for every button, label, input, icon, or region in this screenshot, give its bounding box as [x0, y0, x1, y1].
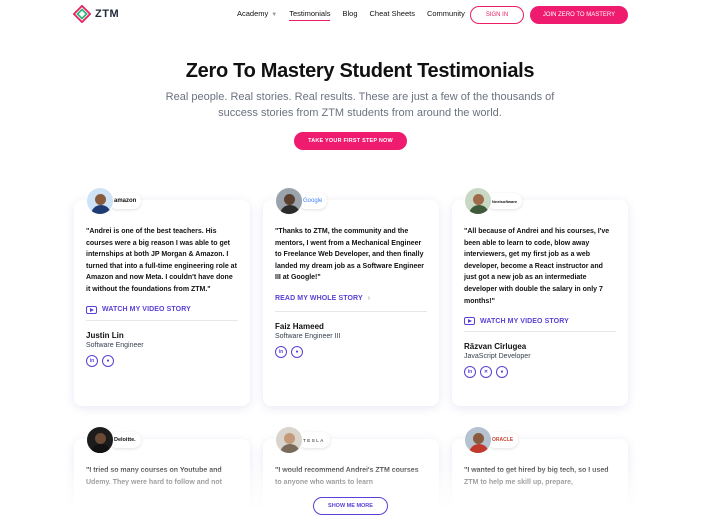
- ztm-logo-icon: [73, 5, 91, 23]
- show-more-button[interactable]: SHOW ME MORE: [313, 497, 388, 515]
- nav-link-community[interactable]: Community: [427, 9, 465, 21]
- sign-in-button[interactable]: SIGN IN: [470, 6, 524, 24]
- testimonial-card: amazon "Andrei is one of the best teache…: [74, 187, 250, 406]
- read-story-link[interactable]: READ MY WHOLE STORY ›: [275, 295, 427, 302]
- avatar-group: Google: [275, 186, 328, 216]
- nav-link-testimonials[interactable]: Testimonials: [289, 9, 331, 21]
- chevron-down-icon: ▼: [271, 12, 278, 18]
- nav-link-cheat-sheets[interactable]: Cheat Sheets: [370, 9, 415, 21]
- github-icon[interactable]: ●: [102, 354, 114, 367]
- nav-link-label: Academy: [237, 9, 269, 18]
- ztm-logo[interactable]: ZTM: [73, 5, 121, 23]
- testimonial-quote: "Andrei is one of the best teachers. His…: [86, 228, 237, 293]
- person-role: Software Engineer III: [275, 332, 341, 340]
- linkedin-icon[interactable]: in: [464, 366, 476, 379]
- person-role: Software Engineer: [86, 341, 144, 349]
- person-name: Justin Lin: [86, 330, 124, 340]
- social-links: in ●: [86, 354, 238, 367]
- testimonial-card: Google "Thanks to ZTM, the community and…: [263, 187, 439, 406]
- divider: [275, 310, 427, 312]
- testimonial-card: Nextsoftware "All because of Andrei and …: [452, 187, 628, 406]
- first-step-button[interactable]: TAKE YOUR FIRST STEP NOW: [294, 132, 407, 150]
- avatar-group: Deloitte.: [86, 425, 141, 455]
- nav-links: Academy ▼ Testimonials Blog Cheat Sheets …: [237, 9, 465, 21]
- video-play-icon: [86, 305, 97, 314]
- avatar-group: amazon: [86, 186, 142, 216]
- github-icon[interactable]: ●: [496, 366, 508, 379]
- watch-video-link[interactable]: WATCH MY VIDEO STORY: [464, 317, 616, 326]
- page-subtitle: Real people. Real stories. Real results.…: [165, 91, 555, 119]
- testimonial-quote: "All because of Andrei and his courses, …: [464, 228, 610, 305]
- avatar: [275, 187, 303, 215]
- person-name: Răzvan Cîrlugea: [464, 342, 527, 352]
- linkedin-icon[interactable]: in: [275, 345, 287, 358]
- avatar: [464, 187, 492, 215]
- linkedin-icon[interactable]: in: [86, 354, 98, 367]
- watch-video-link[interactable]: WATCH MY VIDEO STORY: [86, 305, 238, 314]
- social-links: in ●: [275, 345, 427, 358]
- avatar-group: TESLA: [275, 425, 330, 455]
- link-label: WATCH MY VIDEO STORY: [102, 306, 191, 314]
- avatar-group: ORACLE: [464, 425, 519, 455]
- avatar: [86, 426, 114, 454]
- link-label: READ MY WHOLE STORY: [275, 294, 363, 302]
- video-play-icon: [464, 317, 475, 326]
- nav-link-academy[interactable]: Academy ▼: [237, 9, 277, 21]
- social-links: in ✕ ●: [464, 366, 616, 379]
- person-role: JavaScript Developer: [464, 353, 531, 361]
- x-icon[interactable]: ✕: [480, 366, 492, 379]
- avatar-group: Nextsoftware: [464, 186, 523, 216]
- logo-text: ZTM: [95, 8, 120, 20]
- page-title: Zero To Mastery Student Testimonials: [185, 60, 535, 82]
- top-nav: ZTM Academy ▼ Testimonials Blog Cheat She…: [0, 0, 720, 30]
- avatar: [86, 187, 114, 215]
- avatar: [275, 426, 303, 454]
- join-button[interactable]: JOIN ZERO TO MASTERY: [530, 6, 628, 24]
- person-name: Faiz Hameed: [275, 321, 324, 331]
- company-badge: Nextsoftware: [487, 193, 523, 209]
- testimonial-quote: "Thanks to ZTM, the community and the me…: [275, 228, 424, 282]
- divider: [86, 319, 238, 321]
- divider: [464, 331, 616, 333]
- nav-link-blog[interactable]: Blog: [342, 9, 357, 21]
- avatar: [464, 426, 492, 454]
- chevron-right-icon: ›: [367, 294, 371, 302]
- github-icon[interactable]: ●: [291, 345, 303, 358]
- link-label: WATCH MY VIDEO STORY: [480, 317, 569, 325]
